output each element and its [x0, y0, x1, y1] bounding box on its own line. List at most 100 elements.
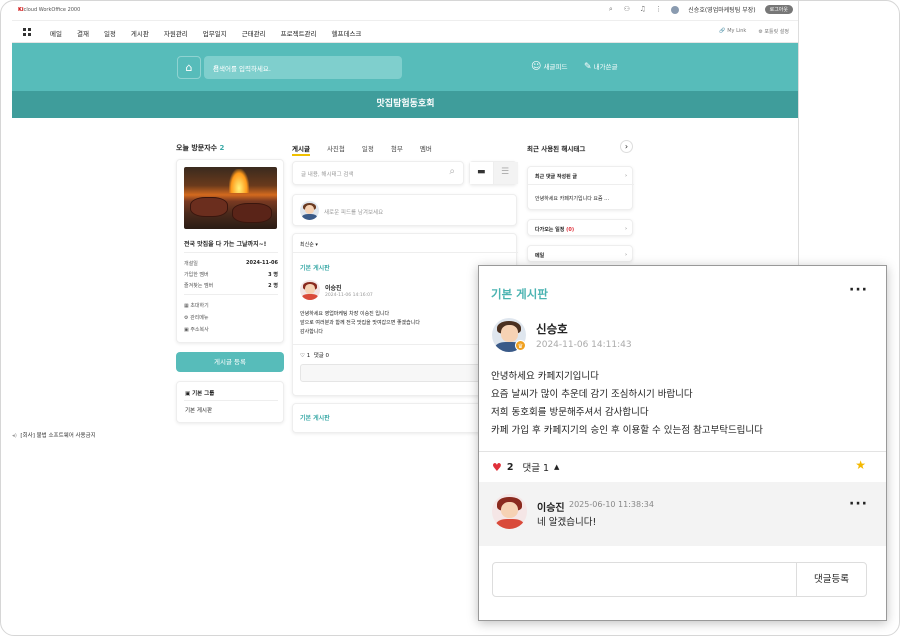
popup-reactions: ♥ 2 댓글 1 ▲ [492, 460, 560, 475]
home-icon: ⌂ [185, 61, 193, 74]
popup-date: 2024-11-06 14:11:43 [536, 340, 632, 350]
recent-comment-label: 최근 댓글 작성된 글 › [535, 173, 627, 180]
caret-up-icon[interactable]: ▲ [554, 463, 559, 471]
nav-board[interactable]: 게시판 [131, 28, 149, 38]
mail-label: 메일 › [535, 252, 627, 259]
commenter-avatar [492, 494, 527, 529]
feed-placeholder: 새로운 피드를 남겨보세요 [324, 210, 384, 216]
user-avatar[interactable] [671, 5, 680, 14]
bell-icon[interactable]: ♫ [639, 6, 646, 13]
comment-author: 이승진 [537, 503, 565, 514]
post-author: 이승진 [325, 285, 342, 292]
popup-author: 신승호 [536, 322, 568, 336]
recent-comment-card[interactable]: 최근 댓글 작성된 글 › 안녕하세요 카페지기입니다 요즘 … [527, 166, 634, 210]
main-nav: 메일 결재 일정 게시판 자원관리 업무일지 근태관리 프로젝트관리 헬프데스크… [12, 21, 798, 43]
submit-comment-button[interactable]: 댓글등록 [796, 562, 867, 597]
tab-attachments[interactable]: 첨부 [391, 143, 403, 156]
view-toggle: ▬ ☰ [469, 161, 518, 185]
recent-comment-text: 안녕하세요 카페지기입니다 요즘 … [535, 196, 610, 202]
nav-project[interactable]: 프로젝트관리 [281, 28, 317, 38]
nav-attendance[interactable]: 근태관리 [242, 28, 266, 38]
upcoming-label: 다가오는 일정 (0) › [535, 226, 627, 233]
admin-menu-link[interactable]: ⚙ 관리메뉴 [184, 314, 208, 321]
hero-banner: ⌂ 검색어를 입력하세요. ⌕ ☺ 새글피드 ✎ 내가쓴글 [12, 43, 798, 91]
speaker-icon: ◂) [12, 433, 17, 439]
tab-posts[interactable]: 게시글 [292, 143, 310, 156]
group-label: ▣ 기본 그룹 [185, 391, 215, 397]
copy-address-link[interactable]: ▣ 주소복사 [184, 326, 209, 333]
popup-board-name[interactable]: 기본 게시판 [491, 286, 548, 302]
screenshot-frame: Kicloud WorkOffice 2000 ⌕ ⚇ ♫ ⋮ 신승호(영업마케… [0, 0, 900, 636]
upcoming-schedule-card[interactable]: 다가오는 일정 (0) › [527, 219, 633, 236]
my-link[interactable]: 🔗 My Link [719, 28, 746, 35]
apps-icon[interactable]: ⋮ [655, 6, 662, 13]
group-card: ▣ 기본 그룹 기본 게시판 [176, 381, 284, 423]
crown-icon: ♛ [515, 340, 526, 351]
people-icon[interactable]: ⚇ [623, 6, 630, 13]
search-icon[interactable]: ⌕ [607, 6, 614, 13]
group-board-link[interactable]: 기본 게시판 [185, 406, 212, 414]
info-row: 개설일 2024-11-06 [184, 260, 278, 267]
smile-icon: ☺ [531, 61, 542, 72]
nav-approval[interactable]: 결재 [77, 28, 89, 38]
star-icon[interactable]: ★ [855, 458, 866, 472]
heart-icon[interactable]: ♥ [492, 461, 502, 474]
grid-menu-icon[interactable] [23, 28, 31, 36]
post-date: 2024-11-06 14:16:07 [325, 293, 373, 298]
card-view-icon: ▬ [477, 167, 486, 177]
popup-body: 안녕하세요 카페지기입니다 요즘 날씨가 많이 추운데 감기 조심하시기 바랍니다… [491, 371, 763, 436]
invite-link[interactable]: ▦ 초대하기 [184, 302, 209, 309]
my-posts-link[interactable]: ✎ 내가쓴글 [584, 61, 618, 72]
post-board-name[interactable]: 기본 게시판 [300, 263, 330, 272]
new-feed-link[interactable]: ☺ 새글피드 [531, 61, 567, 72]
author-avatar [300, 280, 320, 300]
info-row: 즐겨찾는 멤버 2 명 [184, 283, 278, 289]
nav-helpdesk[interactable]: 헬프데스크 [332, 28, 362, 38]
comment-more-icon[interactable]: ··· [849, 496, 868, 512]
hashtag-title: 최근 사용된 해시태그 [527, 145, 586, 153]
new-feed-box[interactable]: 새로운 피드를 남겨보세요 [292, 194, 517, 226]
top-bar: Kicloud WorkOffice 2000 ⌕ ⚇ ♫ ⋮ 신승호(영업마케… [12, 1, 798, 21]
board-tabs: 게시글 사진첩 일정 첨부 멤버 [292, 143, 449, 156]
mail-card[interactable]: 메일 › [527, 245, 633, 262]
card-view-button[interactable]: ▬ [470, 162, 494, 184]
comment-count[interactable]: 댓글 1 [523, 460, 550, 474]
nav-resources[interactable]: 자원관리 [164, 28, 188, 38]
info-row: 가입한 멤버 3 명 [184, 272, 278, 278]
search-icon[interactable]: ⌕ [449, 166, 455, 177]
chevron-right-icon[interactable]: › [620, 140, 633, 153]
pencil-icon: ✎ [584, 62, 592, 72]
logout-button[interactable]: 로그아웃 [764, 5, 793, 14]
visitors-label: 오늘 방문자수 2 [176, 144, 225, 152]
search-icon[interactable]: ⌕ [213, 60, 393, 74]
list-view-icon: ☰ [501, 167, 510, 177]
nav-schedule[interactable]: 일정 [104, 28, 116, 38]
sort-select[interactable]: 최신순 ▾ [300, 241, 318, 248]
post-search-input[interactable]: 글 내용, 해시태그 검색 ⌕ [292, 161, 464, 185]
club-info-card: 전국 맛집을 다 가는 그날까지~! 개설일 2024-11-06 가입한 멤버 3… [176, 159, 284, 343]
nav-mail[interactable]: 메일 [50, 28, 62, 38]
comment-date: 2025-06-10 11:38:34 [569, 500, 654, 509]
portlet-settings[interactable]: ⚙ 포틀릿 설정 [758, 28, 789, 35]
user-avatar [300, 201, 319, 220]
post-search-placeholder: 글 내용, 해시태그 검색 [301, 172, 354, 178]
tab-photos[interactable]: 사진첩 [327, 143, 345, 156]
heart-outline-icon[interactable]: ♡ [300, 353, 305, 359]
user-name[interactable]: 신승호(영업마케팅팀 부장) [688, 5, 755, 14]
post-detail-popup: 기본 게시판 ··· ♛ 신승호 2024-11-06 14:11:43 안녕하… [478, 265, 887, 621]
nav-worklog[interactable]: 업무일지 [203, 28, 227, 38]
club-description: 전국 맛집을 다 가는 그날까지~! [184, 241, 267, 248]
post-board-name[interactable]: 기본 게시판 [300, 413, 330, 422]
cafe-search[interactable]: 검색어를 입력하세요. ⌕ [204, 56, 402, 79]
club-cover-image [184, 167, 277, 229]
more-options-icon[interactable]: ··· [849, 282, 868, 298]
post-body: 안녕하세요 영업마케팅 차장 이승진 입니다 앞으로 여러분과 함께 전국 맛집을… [300, 311, 420, 335]
comment-input[interactable] [492, 562, 797, 597]
register-post-button[interactable]: 게시글 등록 [176, 352, 284, 372]
post-reactions: ♡ 1 댓글 0 [300, 353, 330, 359]
tab-members[interactable]: 멤버 [420, 143, 432, 156]
list-view-button[interactable]: ☰ [494, 162, 518, 184]
home-button[interactable]: ⌂ [177, 56, 201, 79]
tab-schedule[interactable]: 일정 [362, 143, 374, 156]
comment-text: 네 알겠습니다! [537, 517, 597, 528]
